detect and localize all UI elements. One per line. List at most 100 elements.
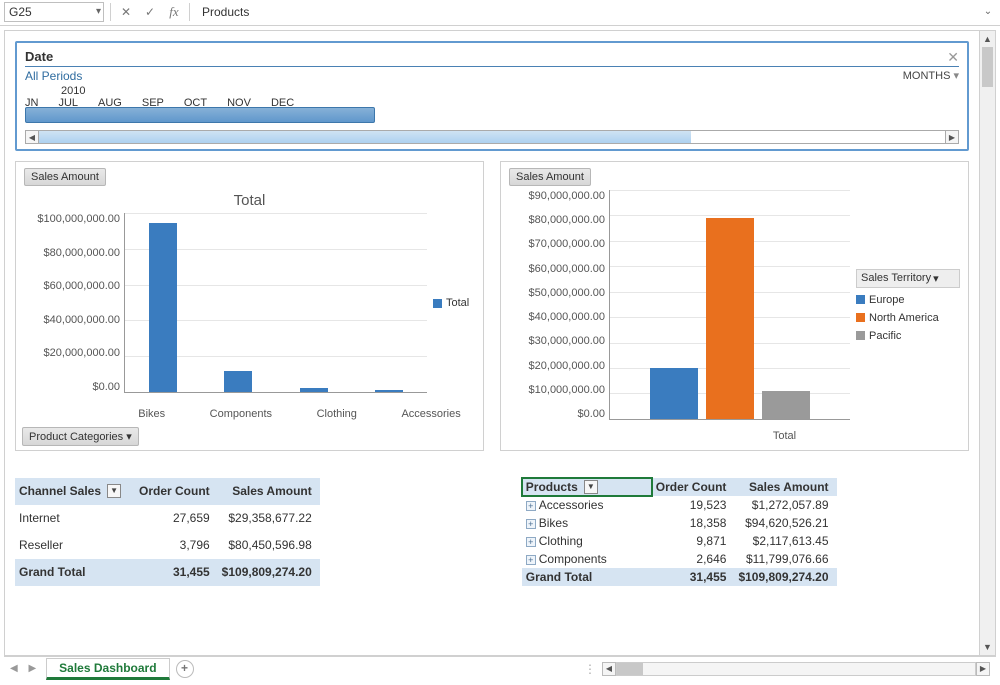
expand-formula-icon[interactable]: ⌄ xyxy=(980,6,996,17)
cell-reference: G25 xyxy=(9,5,32,19)
y-tick: $40,000,000.00 xyxy=(529,311,605,323)
legend-entry: North America xyxy=(869,312,939,324)
pivot-grand-total-row: Grand Total 31,455 $109,809,274.20 xyxy=(522,568,837,586)
pivot-header: Sales Amount xyxy=(734,478,836,496)
expand-icon[interactable]: + xyxy=(526,555,536,565)
add-sheet-button[interactable]: + xyxy=(176,660,194,678)
cell: $11,799,076.66 xyxy=(734,550,836,568)
cell: +Bikes xyxy=(522,514,652,532)
scroll-right-icon[interactable]: ▶ xyxy=(945,130,959,144)
chevron-down-icon: ▾ xyxy=(933,272,939,285)
expand-icon[interactable]: + xyxy=(526,537,536,547)
y-tick: $70,000,000.00 xyxy=(529,238,605,250)
filter-dropdown-icon[interactable]: ▼ xyxy=(584,480,598,494)
y-tick: $90,000,000.00 xyxy=(529,190,605,202)
table-row[interactable]: +Bikes18,358$94,620,526.21 xyxy=(522,514,837,532)
fx-icon[interactable]: fx xyxy=(165,3,183,21)
pivot-grand-total-row: Grand Total 31,455 $109,809,274.20 xyxy=(15,559,320,586)
scroll-down-icon[interactable]: ▼ xyxy=(980,639,995,655)
chart-bar[interactable] xyxy=(300,388,328,392)
chart-y-axis: $100,000,000.00 $80,000,000.00 $60,000,0… xyxy=(24,213,124,393)
scroll-up-icon[interactable]: ▲ xyxy=(980,31,995,47)
scroll-track[interactable] xyxy=(39,130,945,144)
table-row[interactable]: +Components2,646$11,799,076.66 xyxy=(522,550,837,568)
accept-icon[interactable]: ✓ xyxy=(141,3,159,21)
y-tick: $80,000,000.00 xyxy=(44,247,120,259)
timeline-scrollbar[interactable]: ◀ ▶ xyxy=(25,129,959,145)
pivot-header: Channel Sales xyxy=(19,484,101,498)
chart-value-field-button[interactable]: Sales Amount xyxy=(509,168,591,186)
y-tick: $30,000,000.00 xyxy=(529,335,605,347)
timeline-selection[interactable]: All Periods xyxy=(25,69,82,83)
sheet-nav-arrows[interactable]: ◀ ▶ xyxy=(10,663,40,674)
clear-filter-icon[interactable]: ✕ xyxy=(947,49,959,66)
table-row[interactable]: +Clothing9,871$2,117,613.45 xyxy=(522,532,837,550)
selected-cell[interactable]: Products ▼ xyxy=(522,478,652,496)
y-tick: $60,000,000.00 xyxy=(44,280,120,292)
chart-bar[interactable] xyxy=(762,391,810,419)
scroll-left-icon[interactable]: ◀ xyxy=(602,662,616,676)
table-row[interactable]: Reseller3,796$80,450,596.98 xyxy=(15,532,320,559)
drag-handle-icon[interactable]: ⋮ xyxy=(584,662,596,676)
chart-legend-field-button[interactable]: Sales Territory ▾ xyxy=(856,269,960,288)
timeline-title: Date xyxy=(25,49,959,64)
filter-dropdown-icon[interactable]: ▼ xyxy=(107,484,121,498)
table-row[interactable]: +Accessories19,523$1,272,057.89 xyxy=(522,496,837,514)
cell: 19,523 xyxy=(652,496,735,514)
cell: 3,796 xyxy=(135,532,218,559)
y-tick: $50,000,000.00 xyxy=(529,287,605,299)
scroll-thumb[interactable] xyxy=(982,47,993,87)
pivot-header: Order Count xyxy=(135,478,218,505)
cell: +Accessories xyxy=(522,496,652,514)
chart-bar[interactable] xyxy=(224,371,252,392)
cell: +Components xyxy=(522,550,652,568)
chevron-down-icon[interactable]: ▾ xyxy=(96,6,101,17)
x-tick: Clothing xyxy=(317,408,357,420)
chart-bar[interactable] xyxy=(706,218,754,419)
cell: 31,455 xyxy=(135,559,218,586)
sheet-tab-bar: ◀ ▶ Sales Dashboard + ⋮ ◀ ▶ xyxy=(4,656,996,680)
formula-value: Products xyxy=(202,5,249,19)
timeline-range-bar[interactable] xyxy=(25,109,959,125)
name-box[interactable]: G25 ▾ xyxy=(4,2,104,22)
cell: Internet xyxy=(15,505,135,532)
chart-plot-area xyxy=(124,213,427,393)
scroll-thumb[interactable] xyxy=(617,663,643,675)
table-row[interactable]: Internet27,659$29,358,677.22 xyxy=(15,505,320,532)
horizontal-scrollbar[interactable]: ⋮ ◀ ▶ xyxy=(200,662,990,676)
chart-axis-field-button[interactable]: Product Categories ▾ xyxy=(22,427,139,446)
vertical-scrollbar[interactable]: ▲ ▼ xyxy=(979,31,995,655)
timeline-units-dropdown[interactable]: MONTHS xyxy=(903,69,959,82)
pivot-header: Products xyxy=(526,480,578,494)
scroll-right-icon[interactable]: ▶ xyxy=(976,662,990,676)
chart-bar[interactable] xyxy=(650,368,698,419)
divider xyxy=(110,3,111,21)
y-tick: $0.00 xyxy=(92,381,120,393)
expand-icon[interactable]: + xyxy=(526,501,536,511)
scroll-left-icon[interactable]: ◀ xyxy=(25,130,39,144)
cell: 9,871 xyxy=(652,532,735,550)
timeline-selected-range[interactable] xyxy=(25,107,375,123)
chart-sales-by-category[interactable]: Sales Amount Total $100,000,000.00 $80,0… xyxy=(15,161,484,451)
y-tick: $0.00 xyxy=(577,408,605,420)
legend-entry: Total xyxy=(446,297,469,309)
cell: $80,450,596.98 xyxy=(218,532,320,559)
formula-input[interactable]: Products xyxy=(196,2,974,22)
cell: +Clothing xyxy=(522,532,652,550)
cancel-icon[interactable]: ✕ xyxy=(117,3,135,21)
chart-sales-by-territory[interactable]: Sales Amount $90,000,000.00 $80,000,000.… xyxy=(500,161,969,451)
pivot-products[interactable]: Products▼ Order Count Sales Amount +Acce… xyxy=(522,477,837,586)
sheet-tab[interactable]: Sales Dashboard xyxy=(46,658,169,680)
divider xyxy=(189,3,190,21)
chart-bar[interactable] xyxy=(375,390,403,392)
scroll-track[interactable] xyxy=(616,662,976,676)
cell: 18,358 xyxy=(652,514,735,532)
chart-bar[interactable] xyxy=(149,223,177,392)
scroll-track[interactable] xyxy=(980,47,995,639)
scroll-thumb[interactable] xyxy=(39,131,691,143)
expand-icon[interactable]: + xyxy=(526,519,536,529)
y-tick: $40,000,000.00 xyxy=(44,314,120,326)
pivot-channel-sales[interactable]: Channel Sales▼ Order Count Sales Amount … xyxy=(15,477,320,586)
timeline-slicer[interactable]: ✕ Date MONTHS All Periods 2010 JN JUL AU… xyxy=(15,41,969,151)
chart-value-field-button[interactable]: Sales Amount xyxy=(24,168,106,186)
